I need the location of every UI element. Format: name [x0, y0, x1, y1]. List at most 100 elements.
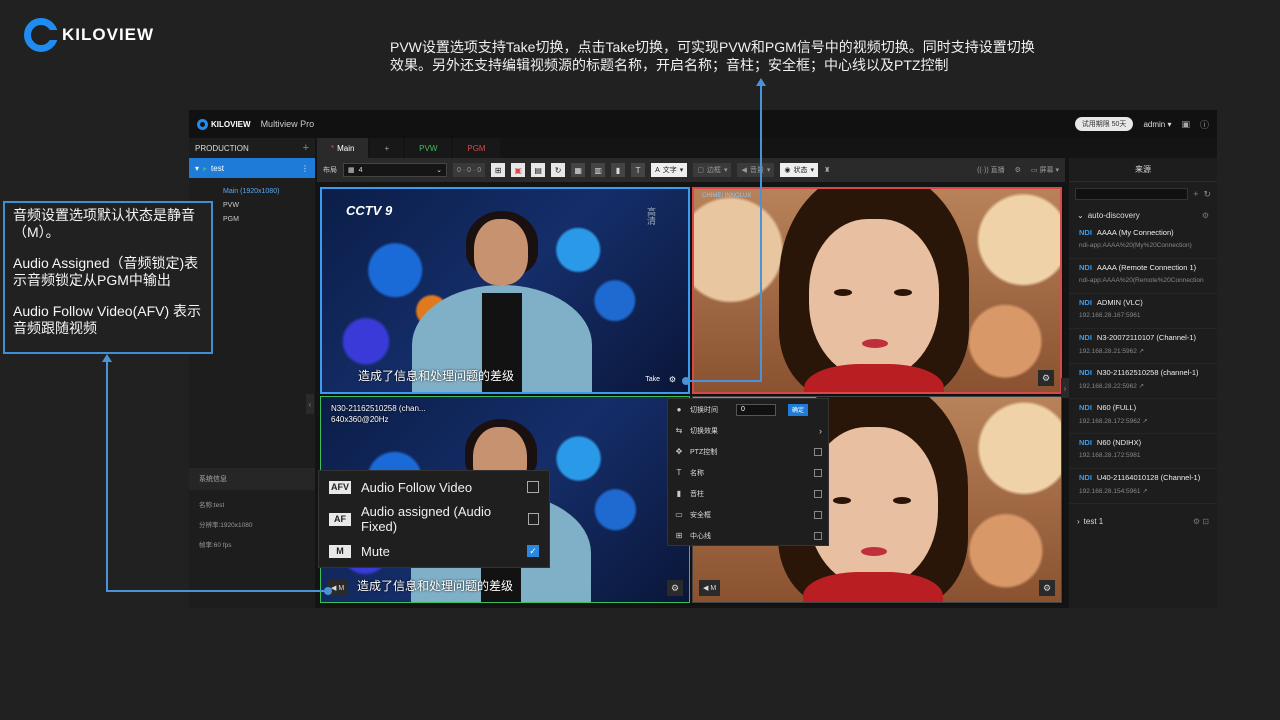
- eye-icon: ◉: [784, 167, 791, 174]
- audio-option-af[interactable]: AF Audio assigned (Audio Fixed): [319, 503, 549, 535]
- sources-collapse-handle[interactable]: ›: [1061, 378, 1069, 398]
- source-item[interactable]: NDI N60 (NDIHX) 192.168.28.172:5981: [1069, 434, 1217, 469]
- source-item[interactable]: NDI U40-21164010128 (Channel-1) 192.168.28…: [1069, 469, 1217, 504]
- live-button[interactable]: ((·)) 直播: [977, 165, 1005, 175]
- ptz-checkbox[interactable]: [814, 447, 822, 456]
- ptz-label: PTZ控制: [690, 448, 718, 456]
- status-select-label: 状态: [793, 167, 808, 174]
- tab-pvw[interactable]: PVW: [405, 138, 452, 158]
- center-line-icon: ⊞: [675, 531, 683, 540]
- source-item[interactable]: NDI N30-21162510258 (channel-1) 192.168.28…: [1069, 364, 1217, 399]
- cell-gear-icon[interactable]: ⚙: [1039, 580, 1055, 596]
- annotation-afv: Audio Follow Video(AFV) 表示音频跟随视频: [13, 303, 202, 336]
- status-select[interactable]: ◉ 状态 ▾: [780, 163, 818, 177]
- app-logo: KILOVIEW: [197, 118, 251, 130]
- refresh-icon[interactable]: ↻: [551, 163, 566, 177]
- af-checkbox[interactable]: [527, 513, 539, 525]
- system-info-title: 系统信息: [189, 468, 315, 490]
- name-row[interactable]: T 名称: [668, 462, 828, 483]
- center-line-row[interactable]: ⊞ 中心线: [668, 525, 828, 546]
- add-icon[interactable]: +: [1193, 189, 1198, 199]
- center-line-checkbox[interactable]: [814, 531, 822, 540]
- gear-icon[interactable]: ⚙ ⊡: [1193, 517, 1209, 526]
- audio-meter-label: 音柱: [690, 490, 704, 498]
- gear-icon[interactable]: ⚙: [1202, 211, 1209, 220]
- sub-item-main[interactable]: Main (1920x1080): [189, 184, 315, 198]
- video-cell-pgm[interactable]: CHIMEI INNOLUX ⚙: [692, 187, 1062, 394]
- sources-search: + ↻: [1069, 182, 1217, 206]
- take-button[interactable]: Take: [645, 376, 660, 383]
- source-item-label: U40-21164010128 (Channel-1): [1096, 473, 1201, 482]
- project-more-button[interactable]: ⋮: [301, 164, 309, 173]
- source-list: NDI AAAA (My Connection) ndi-app:AAAA%20(M…: [1069, 224, 1217, 504]
- sidebar-collapse-handle[interactable]: ‹: [306, 394, 314, 414]
- mute-checkbox[interactable]: ✓: [527, 545, 539, 557]
- volume-select[interactable]: ◀ 音量 ▾: [737, 163, 775, 177]
- layout-1-icon[interactable]: ▦: [571, 163, 586, 177]
- broadcast-icon: ((·)): [977, 167, 989, 174]
- grid-icon[interactable]: ⊞: [491, 163, 506, 177]
- layout-select[interactable]: ▦ 4 ⌄: [343, 163, 447, 177]
- source-item[interactable]: NDI ADMIN (VLC) 192.168.28.167:5961: [1069, 294, 1217, 329]
- cell-gear-icon[interactable]: ⚙: [667, 580, 683, 596]
- add-production-button[interactable]: +: [303, 142, 309, 154]
- add-tab-button[interactable]: +: [370, 138, 404, 158]
- source-item[interactable]: NDI AAAA (Remote Connection 1) ndi-app:AAA…: [1069, 259, 1217, 294]
- cell-gear-icon[interactable]: ⚙: [1038, 370, 1054, 386]
- source-item[interactable]: NDI AAAA (My Connection) ndi-app:AAAA%20(M…: [1069, 224, 1217, 259]
- source-item-name: NDI N60 (NDIHX): [1079, 438, 1207, 447]
- ndi-tag: NDI: [1079, 473, 1092, 482]
- bar-chart-icon[interactable]: ▮: [611, 163, 626, 177]
- transition-effect-row[interactable]: ⇆ 切换效果 ›: [668, 420, 828, 441]
- safe-area-row[interactable]: ▭ 安全框: [668, 504, 828, 525]
- save-as-icon[interactable]: ▤: [531, 163, 546, 177]
- afv-checkbox[interactable]: [527, 481, 539, 493]
- gear-icon[interactable]: ⚙: [1015, 166, 1021, 174]
- speaker-icon: ◀: [703, 585, 709, 592]
- audio-mode-button[interactable]: ◀ M: [699, 580, 721, 596]
- kiloview-logo-icon: [24, 18, 59, 52]
- ptz-row[interactable]: ✥ PTZ控制: [668, 441, 828, 462]
- transition-time-input[interactable]: 0: [736, 403, 776, 416]
- layout-label: 布局: [323, 167, 337, 174]
- confirm-button[interactable]: 确定: [788, 403, 809, 416]
- brush-icon[interactable]: ♜: [824, 166, 830, 174]
- video-cell-pvw[interactable]: CCTV 9 高清 造成了信息和处理问题的差级 Take ⚙: [320, 187, 690, 394]
- project-item-test[interactable]: ▾ ▸ test ⋮: [189, 158, 315, 178]
- group-test-1[interactable]: › test 1 ⚙ ⊡: [1069, 512, 1217, 530]
- source-search-input[interactable]: [1075, 188, 1189, 200]
- app-logo-icon: [197, 118, 208, 130]
- audio-meter-row[interactable]: ▮ 音柱: [668, 483, 828, 504]
- name-checkbox[interactable]: [814, 468, 822, 477]
- tab-main[interactable]: * Main: [317, 138, 369, 158]
- source-item-address: 192.168.28.154:5961 ↗: [1079, 488, 1148, 495]
- info-icon[interactable]: ⓘ: [1200, 118, 1209, 131]
- source-item[interactable]: NDI N60 (FULL) 192.168.28.172:5962 ↗: [1069, 399, 1217, 434]
- tab-pgm[interactable]: PGM: [453, 138, 500, 158]
- channel-logo: CCTV 9: [346, 203, 393, 218]
- text-select-label: 文字: [662, 167, 677, 174]
- refresh-icon[interactable]: ↻: [1203, 189, 1211, 200]
- source-name: N30-21162510258 (chan...: [331, 404, 426, 413]
- source-item-name: NDI AAAA (My Connection): [1079, 228, 1207, 237]
- user-menu[interactable]: admin ▾: [1143, 120, 1171, 129]
- text-select[interactable]: A 文字 ▾: [651, 163, 688, 177]
- save-icon[interactable]: ▣: [511, 163, 526, 177]
- system-info-name: 名称:test: [199, 502, 225, 509]
- safe-area-checkbox[interactable]: [814, 510, 822, 519]
- layout-2-icon[interactable]: ▥: [591, 163, 606, 177]
- screen-button[interactable]: ▭ 屏幕 ▾: [1031, 165, 1059, 175]
- text-icon[interactable]: T: [631, 163, 646, 177]
- audio-option-mute[interactable]: M Mute ✓: [319, 535, 549, 567]
- annotation-mute: 音频设置选项默认状态是静音（M）。: [13, 207, 195, 240]
- border-select[interactable]: ▢ 边框 ▾: [693, 163, 732, 177]
- group-auto-discovery[interactable]: ⌄ auto-discovery ⚙: [1069, 206, 1217, 224]
- audio-meter-checkbox[interactable]: [814, 489, 822, 498]
- annotation-audio-assigned: Audio Assigned（音频锁定)表示音频锁定从PGM中输出: [13, 255, 199, 288]
- chevron-right-icon: ›: [1077, 516, 1080, 526]
- cell-select[interactable]: 0 · 0 · 0: [453, 163, 486, 177]
- document-icon[interactable]: ▣: [1181, 119, 1190, 130]
- source-item[interactable]: NDI N3-20072110107 (Channel-1) 192.168.28.…: [1069, 329, 1217, 364]
- pvw-settings-icon[interactable]: ⚙: [669, 375, 676, 384]
- audio-option-afv[interactable]: AFV Audio Follow Video: [319, 471, 549, 503]
